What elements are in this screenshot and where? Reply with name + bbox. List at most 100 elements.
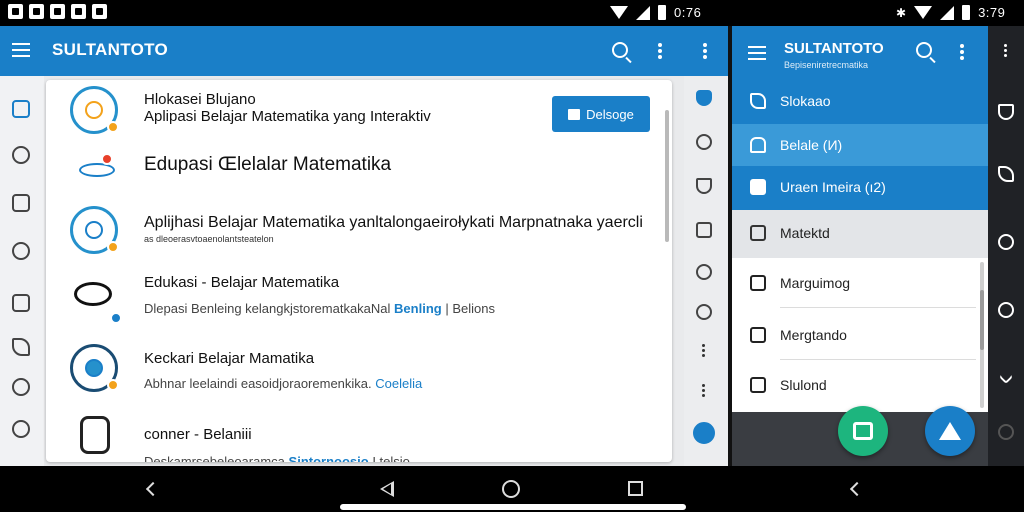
more-icon[interactable]	[702, 384, 706, 399]
right-tool-rail	[684, 76, 728, 466]
drawer-list: Marguimog Mergtando Slulond	[732, 258, 988, 412]
list-item[interactable]: Aplijhasi Belajar Matematika yanltalonga…	[46, 200, 672, 264]
list-item-title: Edukasi - Belajar Matematika	[144, 274, 340, 291]
more-icon[interactable]	[702, 344, 706, 359]
document-icon[interactable]	[696, 222, 712, 238]
list-item[interactable]: Hlokasei Blujano Aplipasi Belajar Matema…	[46, 80, 672, 144]
drawer-header: SULTANTOTO Bepiseniretrecmatika	[732, 26, 988, 82]
drawer-item-active[interactable]: Belale (И)	[732, 124, 988, 168]
notification-icon	[8, 4, 23, 19]
left-nav-rail	[0, 76, 44, 466]
shield-check-icon[interactable]	[696, 90, 712, 106]
back-icon[interactable]	[145, 481, 161, 497]
timer-icon	[750, 377, 766, 393]
overflow-icon[interactable]	[703, 43, 707, 59]
link-icon[interactable]	[12, 420, 30, 438]
menu-icon[interactable]	[748, 46, 766, 60]
more-icon[interactable]	[960, 44, 964, 60]
settings-icon[interactable]	[12, 378, 30, 396]
gear-icon[interactable]	[998, 424, 1014, 440]
hex-logo-icon	[80, 416, 110, 454]
signal-icon	[636, 5, 650, 20]
clock-left: 0:76	[674, 5, 702, 20]
screen: 0:76 ✱ 3:79 SULTANTOTO Hlokasei Blujano	[0, 0, 1024, 512]
search-icon[interactable]	[612, 42, 628, 58]
list-item-title: Aplijhasi Belajar Matematika yanltalonga…	[144, 214, 643, 231]
atom-icon	[70, 146, 118, 194]
back-triangle-icon[interactable]	[380, 481, 394, 497]
gift-icon	[568, 108, 581, 120]
app-logo-icon	[70, 86, 119, 134]
target-icon[interactable]	[696, 304, 712, 320]
drawer-list-item[interactable]: Mergtando	[732, 310, 980, 360]
back-icon[interactable]	[849, 481, 865, 497]
drawer-item-label: Mergtando	[780, 327, 847, 343]
send-icon[interactable]	[998, 166, 1014, 182]
status-bar: 0:76 ✱ 3:79	[0, 0, 1024, 26]
drawer-item[interactable]: Uraen Imeira (ı2)	[732, 166, 988, 210]
drawer-list-item[interactable]: Slulond	[732, 360, 980, 410]
compose-fab[interactable]	[838, 406, 888, 456]
battery-icon	[658, 5, 666, 20]
drawer-item[interactable]: Matektd	[732, 210, 988, 258]
list-item[interactable]: Keckari Belajar Mamatika Abhnar leelaind…	[46, 328, 672, 398]
timer-icon[interactable]	[696, 264, 712, 280]
book-icon	[750, 225, 766, 241]
notification-icon	[92, 4, 107, 19]
list-item[interactable]: Edupasi Œlelalar Matematika	[46, 144, 672, 200]
list-item-caption: as dleoerasvtoaenolantsteatelon	[144, 234, 274, 244]
drawer-list-item[interactable]: Marguimog	[732, 258, 980, 308]
list-item-title: Edupasi Œlelalar Matematika	[144, 154, 392, 175]
list-item-title: conner - Belaniii	[144, 426, 252, 443]
camera-icon[interactable]	[12, 294, 30, 312]
upload-icon[interactable]	[696, 178, 712, 194]
atom-icon	[70, 274, 122, 324]
send-icon[interactable]	[12, 338, 30, 356]
wifi-icon	[914, 6, 933, 19]
list-item-title: Keckari Belajar Mamatika	[144, 350, 315, 367]
overflow-icon[interactable]	[1004, 44, 1008, 59]
shield-icon[interactable]	[998, 104, 1014, 120]
recents-icon[interactable]	[628, 481, 643, 496]
grid-icon	[750, 327, 766, 343]
send-icon[interactable]	[693, 422, 715, 444]
install-button[interactable]: Delsoge	[552, 96, 650, 132]
drawer-item-label: Matektd	[780, 225, 830, 241]
list-item[interactable]: conner - Belaniii Deskamrsebeleoaramca S…	[46, 398, 672, 462]
app-title: SULTANTOTO	[52, 40, 169, 59]
app-bar: SULTANTOTO	[0, 26, 728, 76]
app-logo-icon	[70, 206, 119, 254]
gesture-pill[interactable]	[340, 504, 686, 510]
status-icons-left: 0:76	[610, 5, 701, 20]
more-icon[interactable]	[658, 43, 662, 59]
list-item-title: Hlokasei Blujano	[144, 91, 256, 108]
list-icon[interactable]	[12, 100, 30, 118]
chevron-down-icon[interactable]	[998, 369, 1014, 385]
clock-icon[interactable]	[12, 194, 30, 212]
clock-icon[interactable]	[998, 234, 1014, 250]
navigate-fab[interactable]	[925, 406, 975, 456]
search-icon[interactable]	[916, 42, 932, 58]
compass-icon[interactable]	[12, 242, 30, 260]
drawer-scrollbar[interactable]	[980, 262, 984, 408]
folder-icon	[750, 179, 766, 195]
clock-icon[interactable]	[696, 134, 712, 150]
edit-icon	[750, 93, 766, 109]
signal-icon	[940, 5, 955, 20]
drawer-item[interactable]: Slokaao	[732, 80, 988, 124]
drawer-item-label: Marguimog	[780, 275, 851, 291]
home-icon	[750, 137, 766, 153]
pen-icon[interactable]	[12, 146, 30, 164]
settings-icon[interactable]	[998, 302, 1014, 318]
battery-icon	[962, 5, 971, 20]
menu-icon[interactable]	[12, 43, 30, 57]
home-icon[interactable]	[502, 480, 520, 498]
navigate-icon	[939, 422, 961, 440]
install-button-label: Delsoge	[586, 106, 634, 122]
drawer-item-label: Slokaao	[780, 93, 831, 109]
drawer-subtitle: Bepiseniretrecmatika	[784, 60, 869, 70]
list-item[interactable]: Edukasi - Belajar Matematika Dlepasi Ben…	[46, 264, 672, 328]
document-icon	[750, 275, 766, 291]
list-scrollbar[interactable]	[665, 110, 669, 242]
list-item-subtitle: Deskamrsebeleoaramca Sintornoosio I tels…	[144, 454, 410, 462]
